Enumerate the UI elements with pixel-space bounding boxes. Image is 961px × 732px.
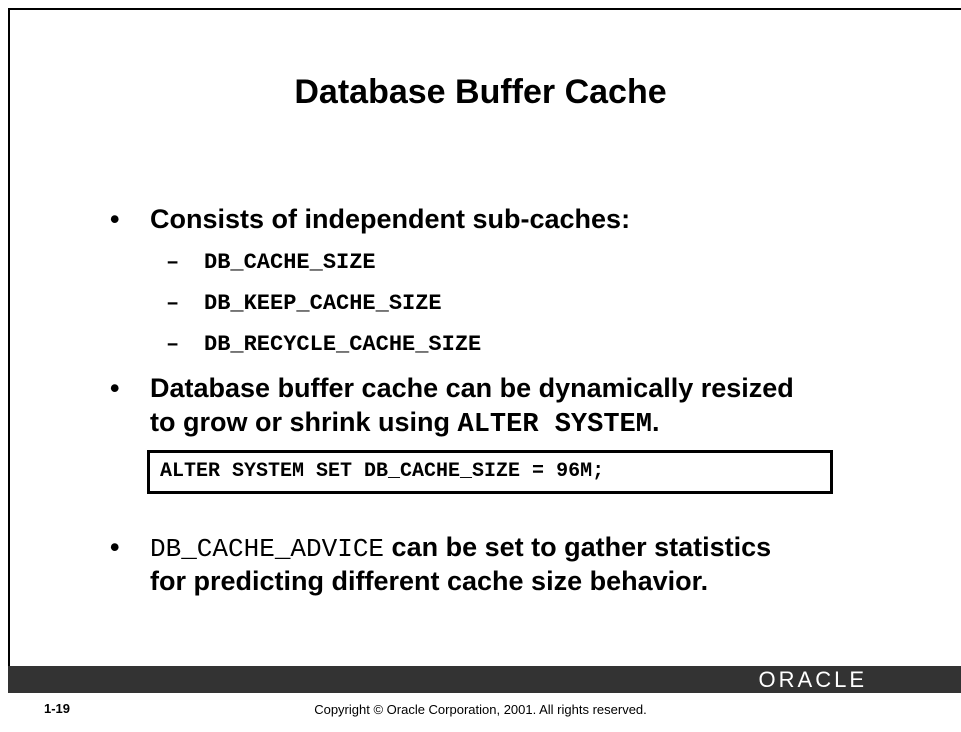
copyright-text: Copyright © Oracle Corporation, 2001. Al… <box>314 702 647 717</box>
oracle-logo: ORACLE <box>758 667 867 692</box>
code-example-box: ALTER SYSTEM SET DB_CACHE_SIZE = 96M; <box>147 450 833 494</box>
bullet-2-line-1: Database buffer cache can be dynamically… <box>150 373 794 403</box>
alter-system-code: ALTER SYSTEM <box>457 410 652 440</box>
code-example-text: ALTER SYSTEM SET DB_CACHE_SIZE = 96M; <box>160 460 605 483</box>
bullet-marker-1: • <box>110 204 120 234</box>
bullet-3-line-2: for predicting different cache size beha… <box>150 566 709 596</box>
bullet-marker-3: • <box>110 532 120 562</box>
bullet-2-line-2-prefix: to grow or shrink using <box>150 407 458 437</box>
sub-item-db-keep-cache-size: DB_KEEP_CACHE_SIZE <box>204 291 442 316</box>
sub-item-db-cache-size: DB_CACHE_SIZE <box>204 250 376 275</box>
slide: Database Buffer Cache • Consists of inde… <box>0 0 961 732</box>
sub-item-marker-3: – <box>166 332 180 357</box>
bullet-1-text: Consists of independent sub-caches: <box>150 204 631 234</box>
bullet-3-line-1: DB_CACHE_ADVICE can be set to gather sta… <box>150 530 771 566</box>
bullet-2-line-2-suffix: . <box>651 407 660 437</box>
bullet-3-line-1-text: can be set to gather statistics <box>384 532 772 562</box>
bullet-marker-2: • <box>110 373 120 403</box>
footer-bar: ORACLE <box>8 666 961 693</box>
db-cache-advice-code: DB_CACHE_ADVICE <box>150 534 385 564</box>
sub-item-marker-2: – <box>166 291 180 316</box>
sub-item-marker-1: – <box>166 250 180 275</box>
bullet-2-line-2: to grow or shrink using ALTER SYSTEM. <box>150 405 659 442</box>
slide-top-border <box>8 8 961 10</box>
slide-title: Database Buffer Cache <box>294 73 667 111</box>
sub-item-db-recycle-cache-size: DB_RECYCLE_CACHE_SIZE <box>204 332 482 357</box>
